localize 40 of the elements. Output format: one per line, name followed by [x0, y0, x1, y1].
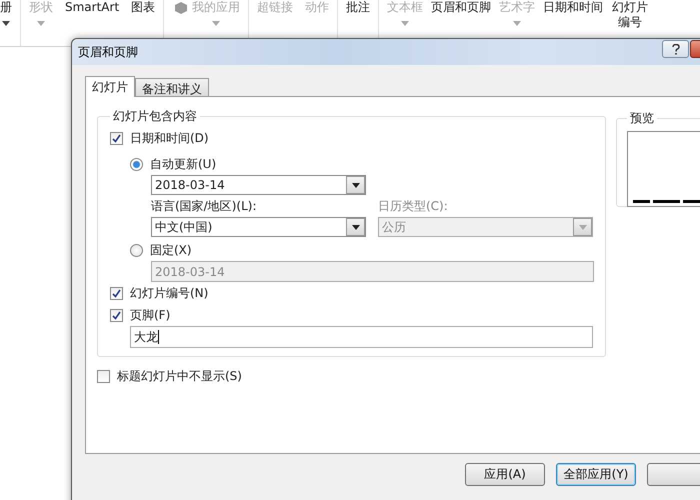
radio-button[interactable]: [130, 158, 143, 170]
caret-icon: [352, 224, 360, 230]
help-button[interactable]: [662, 40, 689, 58]
checkbox[interactable]: [110, 308, 123, 322]
date-time-checkbox[interactable]: 日期和时间(D): [110, 127, 595, 149]
checkbox[interactable]: [110, 132, 123, 144]
radio-button[interactable]: [130, 244, 143, 256]
ribbon-button[interactable]: 页眉和页脚: [431, 0, 492, 15]
language-dropdown[interactable]: 中文(中国): [151, 217, 366, 237]
footer-text-field[interactable]: 大龙: [130, 326, 593, 348]
checkbox[interactable]: [97, 370, 110, 382]
ribbon-button[interactable]: 批注: [346, 0, 370, 15]
window-title: 页眉和页脚: [78, 44, 138, 60]
checkbox-label: 日期和时间(D): [130, 130, 209, 146]
checkmark-icon: [112, 134, 121, 142]
help-icon: [672, 44, 680, 54]
ribbon-button[interactable]: 图表: [131, 0, 156, 15]
radio-label: 自动更新(U): [150, 156, 216, 172]
checkbox-label: 幻灯片编号(N): [130, 284, 208, 302]
checkmark-icon: [112, 310, 121, 320]
caret-icon: [578, 224, 586, 230]
checkbox[interactable]: [110, 286, 123, 300]
checkmark-icon: [112, 288, 121, 298]
tab[interactable]: 幻灯片: [85, 76, 135, 97]
ribbon-button[interactable]: 日期和时间: [543, 0, 604, 15]
ribbon-button[interactable]: SmartArt: [65, 0, 120, 15]
language-label: 语言(国家/地区)(L):: [151, 198, 258, 215]
preview-title: 预览: [629, 110, 655, 127]
group-title: 幻灯片包含内容: [112, 108, 198, 125]
tab[interactable]: 备注和讲义: [135, 78, 209, 96]
ribbon-button[interactable]: 册: [0, 0, 12, 26]
dialog-button[interactable]: 全部应用(Y): [556, 463, 636, 486]
dialog-button[interactable]: 应用(A): [465, 463, 545, 486]
calendar-label: 日历类型(C):: [378, 198, 449, 215]
ribbon-button[interactable]: 幻灯片编号: [611, 0, 648, 30]
date-format-dropdown[interactable]: 2018-03-14: [151, 175, 366, 195]
checkbox-label: 标题幻灯片中不显示(S): [117, 368, 242, 384]
checkbox-label: 页脚(F): [130, 306, 170, 324]
caret-icon: [352, 182, 360, 188]
radio-label: 固定(X): [150, 242, 192, 258]
